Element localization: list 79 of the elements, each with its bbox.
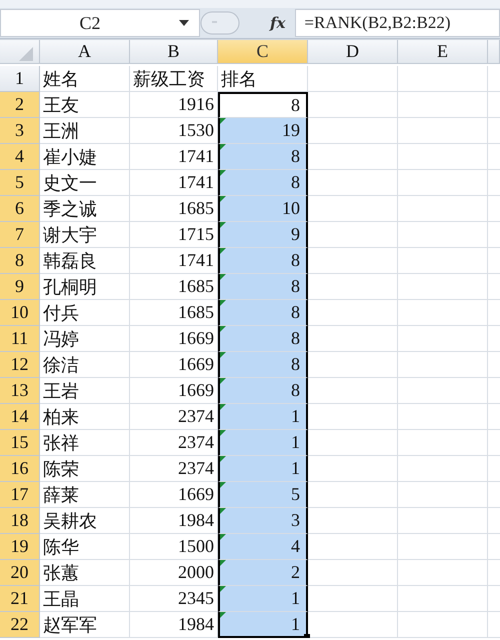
table-cell: 柏来	[40, 404, 130, 430]
table-cell: 王友	[40, 92, 130, 118]
table-cell: 1	[218, 404, 308, 430]
table-cell: 8	[218, 378, 308, 404]
table-cell: 谢大宇	[40, 222, 130, 248]
row-header[interactable]: 3	[0, 118, 40, 144]
row-header[interactable]: 10	[0, 300, 40, 326]
select-all-icon[interactable]	[18, 46, 32, 60]
table-cell: 孔桐明	[40, 274, 130, 300]
table-cell: 王晶	[40, 586, 130, 612]
dropdown-icon[interactable]	[179, 20, 189, 26]
column-header[interactable]	[488, 40, 500, 64]
row-header[interactable]: 17	[0, 482, 40, 508]
splitter-handle-icon[interactable]	[200, 11, 240, 35]
table-cell: 史文一	[40, 170, 130, 196]
row-header[interactable]: 2	[0, 92, 40, 118]
table-cell: 2	[218, 560, 308, 586]
row-header[interactable]: 1	[0, 66, 40, 92]
table-cell: 韩磊良	[40, 248, 130, 274]
row-header[interactable]: 15	[0, 430, 40, 456]
table-cell: 季之诚	[40, 196, 130, 222]
row-header[interactable]: 22	[0, 612, 40, 638]
table-cell: 4	[218, 534, 308, 560]
insert-function-button[interactable]: fx	[270, 14, 286, 32]
row-header[interactable]: 6	[0, 196, 40, 222]
column-header[interactable]: B	[130, 40, 218, 64]
cell-reference: C2	[78, 12, 102, 34]
table-cell: 吴耕农	[40, 508, 130, 534]
row-header[interactable]: 11	[0, 326, 40, 352]
table-cell: 王洲	[40, 118, 130, 144]
row-header[interactable]: 19	[0, 534, 40, 560]
table-cell: 姓名	[40, 66, 130, 92]
table-cell: 8	[218, 92, 308, 118]
table-cell: 徐洁	[40, 352, 130, 378]
column-header[interactable]: C	[218, 40, 308, 64]
table-cell: 10	[218, 196, 308, 222]
formula-field[interactable]: =RANK(B2,B2:B22)	[295, 9, 500, 37]
table-cell: 1	[218, 612, 308, 638]
table-cell: 1	[218, 586, 308, 612]
column-header[interactable]: A	[40, 40, 130, 64]
row-header[interactable]: 14	[0, 404, 40, 430]
row-header[interactable]: 5	[0, 170, 40, 196]
table-cell: 8	[218, 144, 308, 170]
row-header[interactable]: 18	[0, 508, 40, 534]
row-header[interactable]: 21	[0, 586, 40, 612]
table-cell: 8	[218, 300, 308, 326]
table-cell: 5	[218, 482, 308, 508]
table-cell: 王岩	[40, 378, 130, 404]
table-cell: 薪级工资	[130, 66, 218, 92]
table-cell: 薛莱	[40, 482, 130, 508]
row-header[interactable]: 7	[0, 222, 40, 248]
table-cell: 1	[218, 456, 308, 482]
table-cell: 1	[218, 430, 308, 456]
table-cell: 张蕙	[40, 560, 130, 586]
table-cell: 8	[218, 248, 308, 274]
table-cell: 陈华	[40, 534, 130, 560]
table-cell: 9	[218, 222, 308, 248]
row-header[interactable]: 13	[0, 378, 40, 404]
row-header[interactable]: 16	[0, 456, 40, 482]
table-cell: 崔小婕	[40, 144, 130, 170]
row-header[interactable]: 8	[0, 248, 40, 274]
column-header[interactable]: E	[398, 40, 488, 64]
row-header[interactable]: 20	[0, 560, 40, 586]
table-cell: 付兵	[40, 300, 130, 326]
row-header[interactable]: 4	[0, 144, 40, 170]
table-cell: 冯婷	[40, 326, 130, 352]
table-cell: 8	[218, 326, 308, 352]
name-box[interactable]: C2	[0, 9, 200, 37]
table-cell: 张祥	[40, 430, 130, 456]
table-cell: 3	[218, 508, 308, 534]
table-cell: 赵军军	[40, 612, 130, 638]
table-cell: 19	[218, 118, 308, 144]
table-cell: 8	[218, 352, 308, 378]
table-cell: 8	[218, 274, 308, 300]
row-header[interactable]: 9	[0, 274, 40, 300]
table-cell: 8	[218, 170, 308, 196]
column-header[interactable]: D	[308, 40, 398, 64]
table-cell: 陈荣	[40, 456, 130, 482]
row-header[interactable]: 12	[0, 352, 40, 378]
